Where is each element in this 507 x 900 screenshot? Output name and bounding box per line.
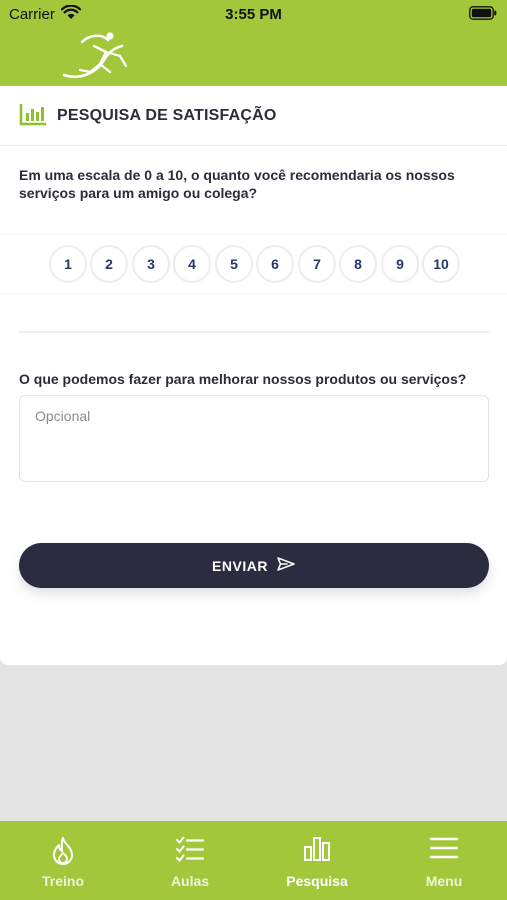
- tab-label-menu: Menu: [425, 873, 463, 889]
- tab-pesquisa[interactable]: Pesquisa: [254, 821, 380, 900]
- survey-card: PESQUISA DE SATISFAÇÃO Em uma escala de …: [0, 86, 507, 665]
- survey-header: PESQUISA DE SATISFAÇÃO: [0, 86, 507, 146]
- send-button-label: ENVIAR: [212, 557, 268, 574]
- nps-option-5[interactable]: 5: [215, 245, 253, 283]
- send-button[interactable]: ENVIAR: [19, 543, 489, 588]
- app-screen: Carrier 3:55 PM PESQUISA DE SATISFAÇÃO E…: [0, 0, 507, 900]
- tab-label-pesquisa: Pesquisa: [286, 873, 348, 889]
- feedback-input[interactable]: [19, 395, 489, 482]
- bar-chart-icon: [254, 836, 380, 862]
- nps-scale: 1 2 3 4 5 6 7 8 9 10: [0, 234, 507, 294]
- nps-option-7[interactable]: 7: [298, 245, 336, 283]
- section-divider: [19, 331, 489, 333]
- hamburger-icon: [381, 836, 507, 860]
- status-time: 3:55 PM: [225, 6, 282, 23]
- app-header: Carrier 3:55 PM: [0, 0, 507, 86]
- bar-chart-icon: [19, 103, 47, 131]
- nps-option-3[interactable]: 3: [132, 245, 170, 283]
- flame-icon: [0, 836, 126, 866]
- tab-menu[interactable]: Menu: [381, 821, 507, 900]
- battery-icon: [469, 6, 497, 24]
- tab-label-aulas: Aulas: [170, 873, 210, 889]
- nps-option-4[interactable]: 4: [173, 245, 211, 283]
- send-icon: [276, 556, 296, 575]
- nps-question: Em uma escala de 0 a 10, o quanto você r…: [19, 167, 455, 201]
- nps-option-6[interactable]: 6: [256, 245, 294, 283]
- status-bar: Carrier 3:55 PM: [0, 0, 507, 28]
- nps-option-10[interactable]: 10: [422, 245, 460, 283]
- runner-logo-icon: [60, 30, 132, 87]
- survey-title: PESQUISA DE SATISFAÇÃO: [57, 107, 277, 124]
- improvement-question: O que podemos fazer para melhorar nossos…: [19, 371, 467, 387]
- tab-bar: Treino Aulas Pesquisa Menu: [0, 821, 507, 900]
- tab-treino[interactable]: Treino: [0, 821, 126, 900]
- checklist-icon: [127, 836, 253, 862]
- nps-option-2[interactable]: 2: [90, 245, 128, 283]
- tab-label-treino: Treino: [41, 873, 84, 889]
- tab-aulas[interactable]: Aulas: [127, 821, 253, 900]
- nps-option-9[interactable]: 9: [381, 245, 419, 283]
- nps-option-8[interactable]: 8: [339, 245, 377, 283]
- nps-option-1[interactable]: 1: [49, 245, 87, 283]
